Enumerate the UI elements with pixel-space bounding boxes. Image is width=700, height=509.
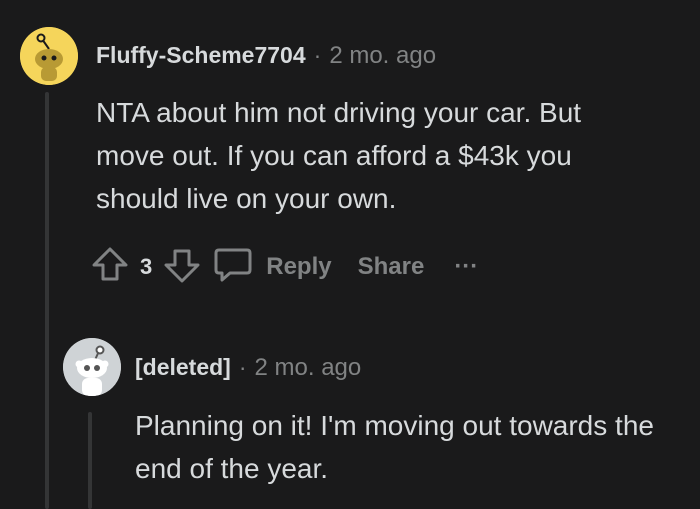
speech-bubble-icon (212, 244, 254, 291)
timestamp[interactable]: 2 mo. ago (255, 354, 362, 382)
comment-body: Planning on it! I'm moving out towards t… (135, 410, 654, 484)
upvote-arrow-icon[interactable] (90, 245, 130, 290)
separator-dot: · (238, 354, 247, 380)
username-link[interactable]: Fluffy-Scheme7704 (96, 42, 306, 69)
comment-body: NTA about him not driving your car. But … (96, 97, 582, 214)
downvote-arrow-icon[interactable] (162, 245, 202, 290)
vote-count: 3 (140, 254, 153, 279)
reply-button[interactable]: Reply (212, 244, 332, 291)
snoo-avatar-icon (63, 338, 121, 396)
comment-header: Fluffy-Scheme7704 · 2 mo. ago (96, 42, 436, 70)
more-options-button[interactable]: ··· (454, 253, 478, 281)
share-button[interactable]: Share (358, 253, 425, 281)
snoo-avatar-icon (20, 27, 78, 85)
timestamp[interactable]: 2 mo. ago (329, 42, 436, 70)
comment-header: [deleted] · 2 mo. ago (135, 354, 361, 382)
avatar[interactable] (20, 27, 78, 85)
username-deleted: [deleted] (135, 354, 231, 380)
avatar[interactable] (63, 338, 121, 396)
thread-line[interactable] (45, 92, 49, 509)
comment-actions: 3 Reply Share ··· (90, 242, 478, 292)
separator-dot: · (313, 42, 322, 68)
reply-label: Reply (266, 253, 332, 280)
thread-line-nested[interactable] (88, 412, 92, 509)
